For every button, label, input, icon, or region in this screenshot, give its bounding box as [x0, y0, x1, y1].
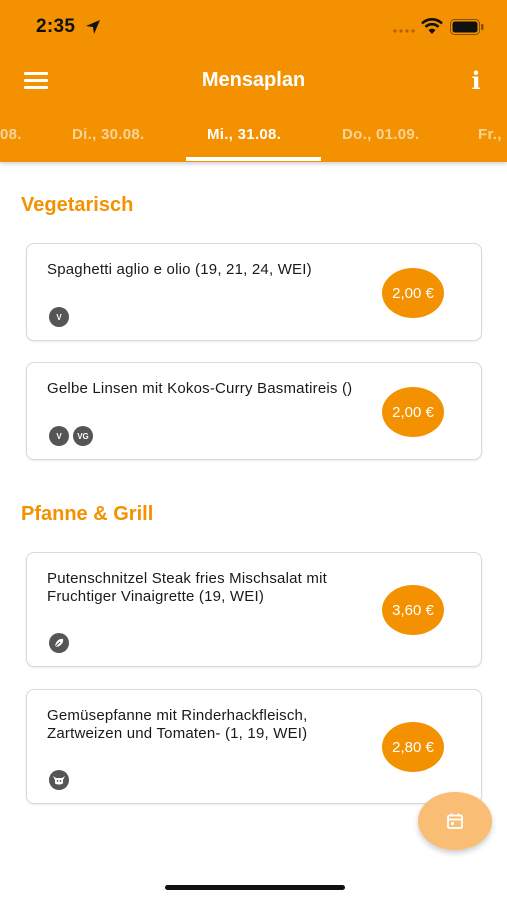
section-title-pfanne-grill: Pfanne & Grill	[21, 503, 154, 525]
meal-name: Putenschnitzel Steak fries Mischsalat mi…	[47, 570, 327, 605]
cellular-signal-icon	[393, 29, 415, 33]
home-indicator[interactable]	[165, 885, 345, 890]
status-bar: 2:35	[0, 0, 507, 54]
meal-badges	[49, 770, 69, 790]
wifi-icon	[421, 18, 443, 34]
price-badge: 2,00 €	[382, 387, 444, 437]
active-tab-indicator	[186, 157, 321, 161]
app-header: 2:35 Mensaplan i 08. Di., 30.08. Mi., 31…	[0, 0, 507, 162]
status-time: 2:35	[36, 16, 76, 37]
meal-card[interactable]: Putenschnitzel Steak fries Mischsalat mi…	[26, 552, 482, 667]
section-title-vegetarisch: Vegetarisch	[21, 194, 134, 216]
tab-date-partial[interactable]: 08.	[0, 126, 22, 143]
meal-card[interactable]: Spaghetti aglio e olio (19, 21, 24, WEI)…	[26, 243, 482, 341]
location-arrow-icon	[86, 20, 100, 34]
beef-icon	[49, 770, 69, 790]
date-tabs: 08. Di., 30.08. Mi., 31.08. Do., 01.09. …	[0, 112, 507, 162]
vegan-icon: VG	[73, 426, 93, 446]
info-icon[interactable]: i	[466, 66, 486, 96]
battery-icon	[450, 19, 484, 35]
page-title: Mensaplan	[201, 69, 306, 91]
price-badge: 2,80 €	[382, 722, 444, 772]
meal-badges: V VG	[49, 426, 93, 446]
meal-name: Gemüsepfanne mit Rinderhackfleisch, Zart…	[47, 707, 308, 742]
app-bar: Mensaplan i	[0, 54, 507, 110]
poultry-icon	[49, 633, 69, 653]
meal-badges: V	[49, 307, 69, 327]
meal-card[interactable]: Gemüsepfanne mit Rinderhackfleisch, Zart…	[26, 689, 482, 804]
calendar-icon	[447, 813, 463, 829]
tab-date-do[interactable]: Do., 01.09.	[342, 126, 420, 143]
meal-name: Gelbe Linsen mit Kokos-Curry Basmatireis…	[47, 380, 353, 397]
tab-date-fr[interactable]: Fr.,	[478, 126, 502, 143]
meal-card[interactable]: Gelbe Linsen mit Kokos-Curry Basmatireis…	[26, 362, 482, 460]
tab-date-di[interactable]: Di., 30.08.	[72, 126, 145, 143]
vegetarian-icon: V	[49, 307, 69, 327]
price-badge: 2,00 €	[382, 268, 444, 318]
meal-name: Spaghetti aglio e olio (19, 21, 24, WEI)	[47, 261, 312, 278]
meal-badges	[49, 633, 69, 653]
vegetarian-icon: V	[49, 426, 69, 446]
calendar-fab-button[interactable]	[418, 792, 492, 850]
price-badge: 3,60 €	[382, 585, 444, 635]
tab-date-mi[interactable]: Mi., 31.08.	[207, 126, 281, 143]
